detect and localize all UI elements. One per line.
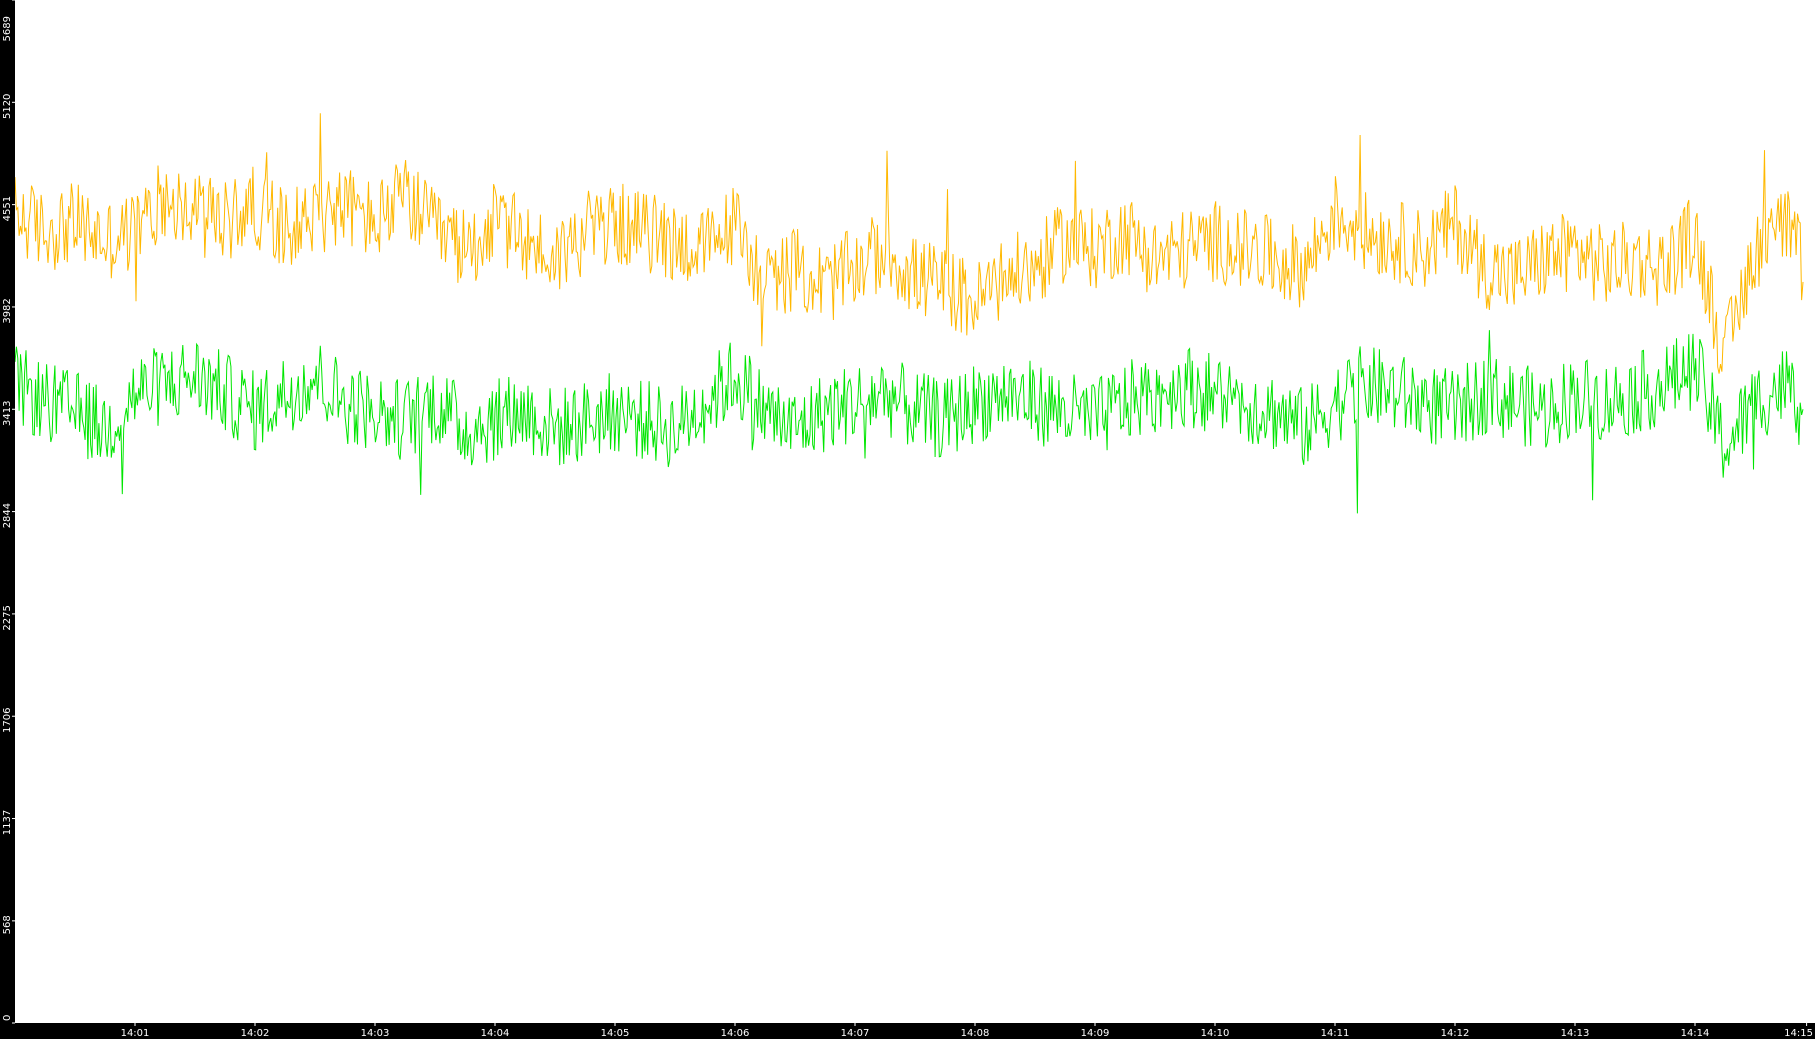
x-tick-label: 14:03 (361, 1028, 390, 1039)
chart-canvas: 0 568 1137 1706 2275 2844 3413 3982 4551 5120 5689… (0, 0, 1815, 1039)
x-tick-label: 14:09 (1081, 1028, 1110, 1039)
y-tick-label: 3982 (2, 298, 13, 323)
y-tick-label: 5120 (2, 94, 13, 119)
line-chart: 0 568 1137 1706 2275 2844 3413 3982 4551 5120 5689… (0, 0, 1815, 1039)
y-tick-label: 0 (2, 1015, 13, 1021)
x-tick-label: 14:02 (241, 1028, 270, 1039)
x-tick-label: 14:01 (121, 1028, 150, 1039)
x-tick-label: 14:04 (481, 1028, 510, 1039)
x-tick-label: 14:05 (601, 1028, 630, 1039)
x-tick-label: 14:07 (841, 1028, 870, 1039)
x-tick-label: 14:08 (961, 1028, 990, 1039)
x-tick-label: 14:12 (1441, 1028, 1470, 1039)
y-tick-label: 2844 (2, 503, 13, 528)
x-tick-label: 14:11 (1321, 1028, 1350, 1039)
y-tick-label: 4551 (2, 196, 13, 221)
x-tick-label: 14:06 (721, 1028, 750, 1039)
y-tick-label: 1137 (2, 810, 13, 835)
x-axis-bar (0, 1023, 1815, 1039)
plot-background (0, 0, 1815, 1039)
y-tick-label: 5689 (2, 16, 13, 41)
y-tick-label: 1706 (2, 707, 13, 732)
x-tick-label: 14:14 (1681, 1028, 1710, 1039)
x-tick-label: 14:15 (1784, 1028, 1813, 1039)
y-tick-label: 2275 (2, 605, 13, 630)
y-tick-label: 3413 (2, 401, 13, 426)
x-tick-label: 14:10 (1201, 1028, 1230, 1039)
y-tick-label: 568 (2, 915, 13, 934)
x-tick-label: 14:13 (1561, 1028, 1590, 1039)
